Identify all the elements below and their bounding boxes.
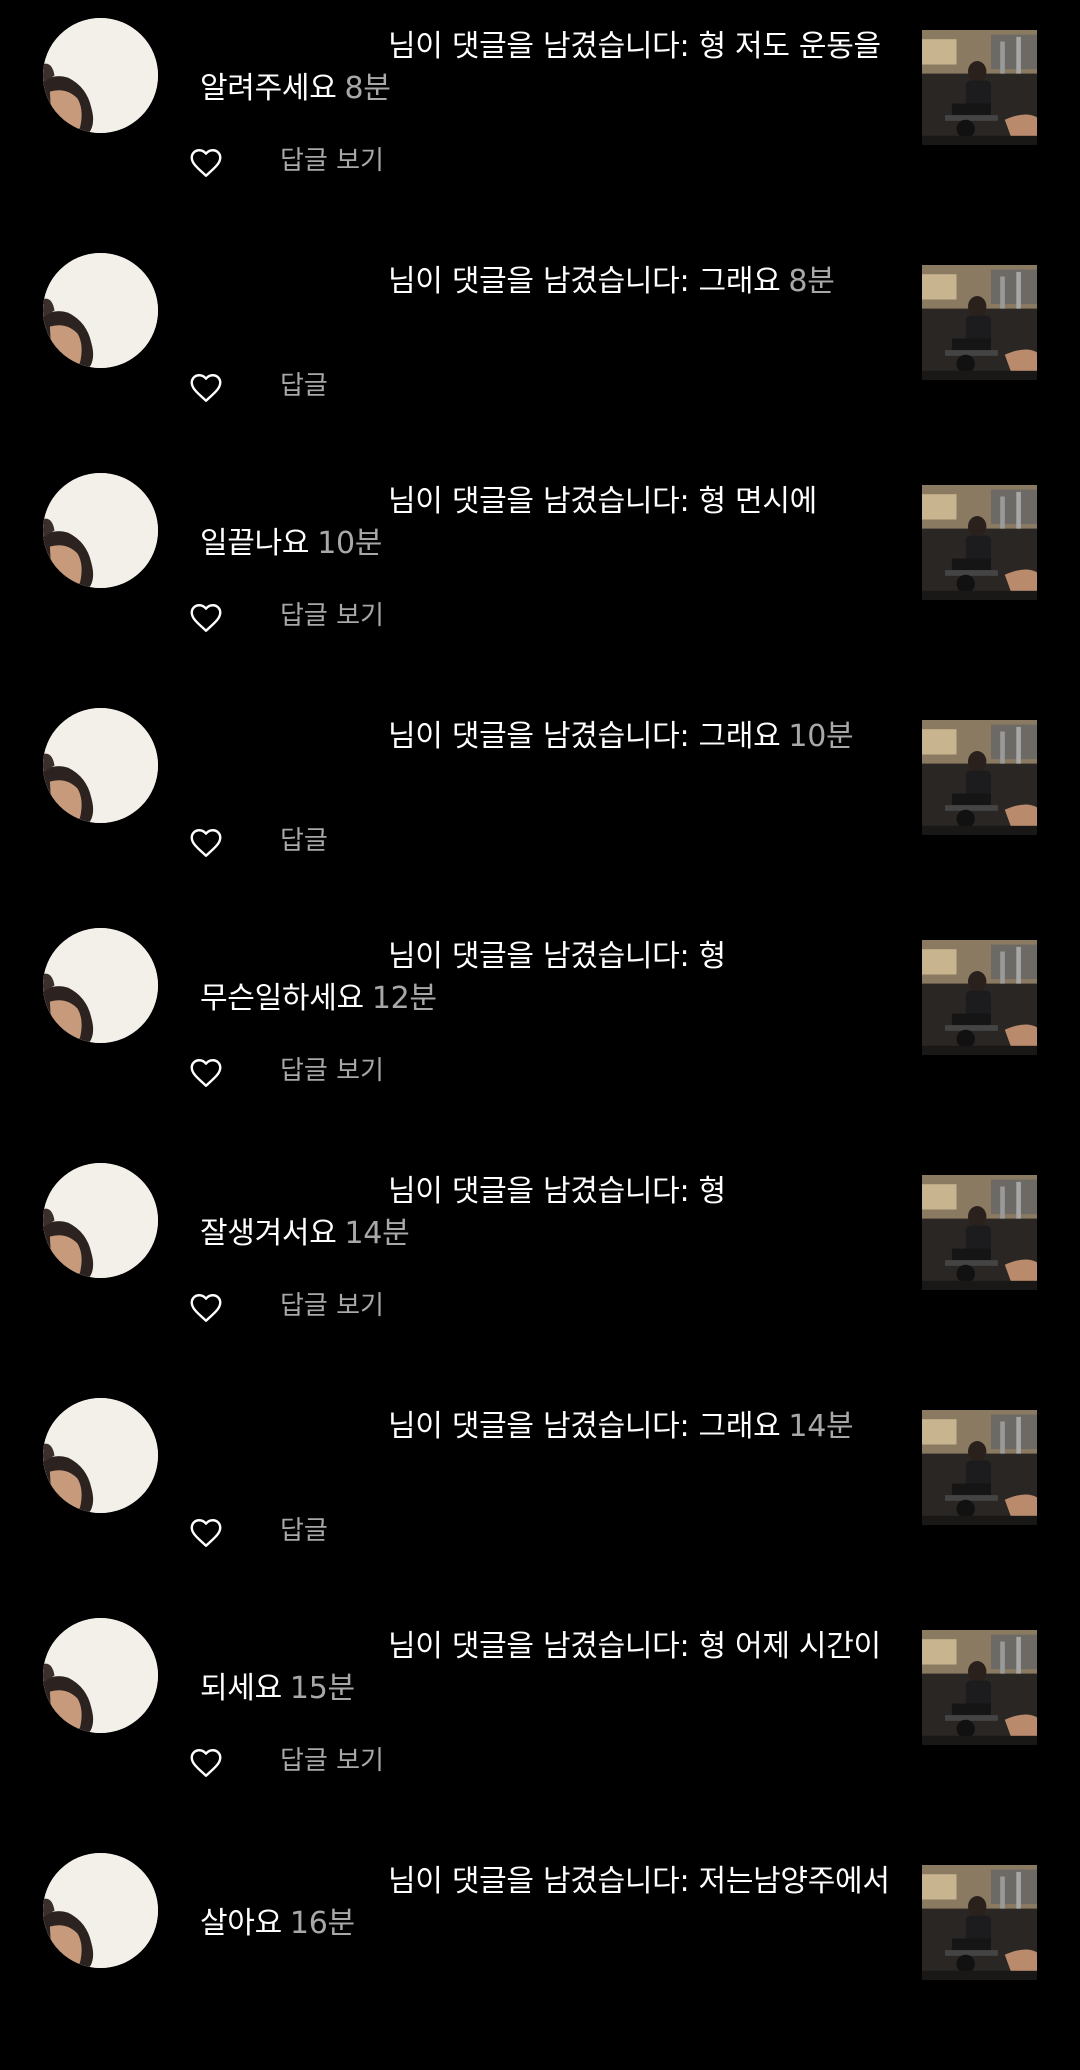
notification-feed: 님이 댓글을 남겼습니다: 형 저도 운동을 알려주세요 8분 답글 보기 님이… <box>0 0 1080 1980</box>
timestamp: 10분 <box>317 526 383 561</box>
post-thumbnail[interactable] <box>922 940 1037 1055</box>
timestamp: 14분 <box>788 1409 854 1444</box>
timestamp: 8분 <box>344 71 391 106</box>
notification-message: 님이 댓글을 남겼습니다: 그래요 8분 <box>200 261 890 303</box>
like-button[interactable] <box>188 600 224 636</box>
notification-message: 님이 댓글을 남겼습니다: 저는남양주에서 살아요 16분 <box>200 1861 890 1945</box>
comment-notification[interactable]: 님이 댓글을 남겼습니다: 그래요 8분 답글 <box>0 235 1080 470</box>
post-thumbnail[interactable] <box>922 1410 1037 1525</box>
like-button[interactable] <box>188 825 224 861</box>
post-thumbnail[interactable] <box>922 720 1037 835</box>
avatar[interactable] <box>43 473 158 588</box>
timestamp: 14분 <box>344 1216 410 1251</box>
notification-message: 님이 댓글을 남겼습니다: 형 어제 시간이 되세요 15분 <box>200 1626 890 1710</box>
comment-notification[interactable]: 님이 댓글을 남겼습니다: 형 무슨일하세요 12분 답글 보기 <box>0 910 1080 1145</box>
like-button[interactable] <box>188 1055 224 1091</box>
comment-notification[interactable]: 님이 댓글을 남겼습니다: 그래요 14분 답글 <box>0 1380 1080 1615</box>
timestamp: 12분 <box>371 981 437 1016</box>
timestamp: 10분 <box>788 719 854 754</box>
post-thumbnail[interactable] <box>922 1175 1037 1290</box>
comment-notification[interactable]: 님이 댓글을 남겼습니다: 그래요 10분 답글 <box>0 690 1080 925</box>
heart-outline-icon <box>190 1749 222 1777</box>
avatar[interactable] <box>43 1618 158 1733</box>
comment-notification[interactable]: 님이 댓글을 남겼습니다: 형 저도 운동을 알려주세요 8분 답글 보기 <box>0 0 1080 235</box>
comment-text: 님이 댓글을 남겼습니다: 형 저도 운동을 알려주세요 <box>200 29 881 106</box>
comment-text: 님이 댓글을 남겼습니다: 형 잘생겨서요 <box>200 1174 726 1251</box>
heart-outline-icon <box>190 374 222 402</box>
notification-message: 님이 댓글을 남겼습니다: 그래요 14분 <box>200 1406 890 1448</box>
reply-link[interactable]: 답글 <box>280 1513 328 1549</box>
notification-message: 님이 댓글을 남겼습니다: 형 잘생겨서요 14분 <box>200 1171 890 1255</box>
avatar[interactable] <box>43 1398 158 1513</box>
like-button[interactable] <box>188 145 224 181</box>
reply-link[interactable]: 답글 <box>280 823 328 859</box>
notification-message: 님이 댓글을 남겼습니다: 형 무슨일하세요 12분 <box>200 936 890 1020</box>
timestamp: 15분 <box>289 1671 355 1706</box>
comment-text: 님이 댓글을 남겼습니다: 그래요 <box>388 1409 781 1444</box>
comment-notification[interactable]: 님이 댓글을 남겼습니다: 형 잘생겨서요 14분 답글 보기 <box>0 1145 1080 1380</box>
heart-outline-icon <box>190 829 222 857</box>
timestamp: 8분 <box>788 264 835 299</box>
like-button[interactable] <box>188 370 224 406</box>
comment-notification[interactable]: 님이 댓글을 남겼습니다: 형 면시에 일끝나요 10분 답글 보기 <box>0 455 1080 690</box>
notification-message: 님이 댓글을 남겼습니다: 형 면시에 일끝나요 10분 <box>200 481 890 565</box>
avatar[interactable] <box>43 928 158 1043</box>
comment-text: 님이 댓글을 남겼습니다: 형 무슨일하세요 <box>200 939 726 1016</box>
reply-link[interactable]: 답글 <box>280 368 328 404</box>
comment-text: 님이 댓글을 남겼습니다: 그래요 <box>388 719 781 754</box>
avatar[interactable] <box>43 253 158 368</box>
heart-outline-icon <box>190 1059 222 1087</box>
avatar[interactable] <box>43 1163 158 1278</box>
like-button[interactable] <box>188 1745 224 1781</box>
notification-message: 님이 댓글을 남겼습니다: 그래요 10분 <box>200 716 890 758</box>
heart-outline-icon <box>190 149 222 177</box>
post-thumbnail[interactable] <box>922 485 1037 600</box>
comment-notification[interactable]: 님이 댓글을 남겼습니다: 저는남양주에서 살아요 16분 <box>0 1835 1080 2070</box>
heart-outline-icon <box>190 1519 222 1547</box>
reply-link[interactable]: 답글 보기 <box>280 143 384 179</box>
like-button[interactable] <box>188 1515 224 1551</box>
reply-link[interactable]: 답글 보기 <box>280 1288 384 1324</box>
reply-link[interactable]: 답글 보기 <box>280 1053 384 1089</box>
heart-outline-icon <box>190 604 222 632</box>
post-thumbnail[interactable] <box>922 1865 1037 1980</box>
timestamp: 16분 <box>289 1906 355 1941</box>
post-thumbnail[interactable] <box>922 265 1037 380</box>
avatar[interactable] <box>43 18 158 133</box>
heart-outline-icon <box>190 1294 222 1322</box>
avatar[interactable] <box>43 1853 158 1968</box>
reply-link[interactable]: 답글 보기 <box>280 1743 384 1779</box>
comment-text: 님이 댓글을 남겼습니다: 그래요 <box>388 264 781 299</box>
avatar[interactable] <box>43 708 158 823</box>
comment-notification[interactable]: 님이 댓글을 남겼습니다: 형 어제 시간이 되세요 15분 답글 보기 <box>0 1600 1080 1835</box>
reply-link[interactable]: 답글 보기 <box>280 598 384 634</box>
post-thumbnail[interactable] <box>922 1630 1037 1745</box>
comment-text: 님이 댓글을 남겼습니다: 형 면시에 일끝나요 <box>200 484 817 561</box>
like-button[interactable] <box>188 1290 224 1326</box>
post-thumbnail[interactable] <box>922 30 1037 145</box>
notification-message: 님이 댓글을 남겼습니다: 형 저도 운동을 알려주세요 8분 <box>200 26 890 110</box>
